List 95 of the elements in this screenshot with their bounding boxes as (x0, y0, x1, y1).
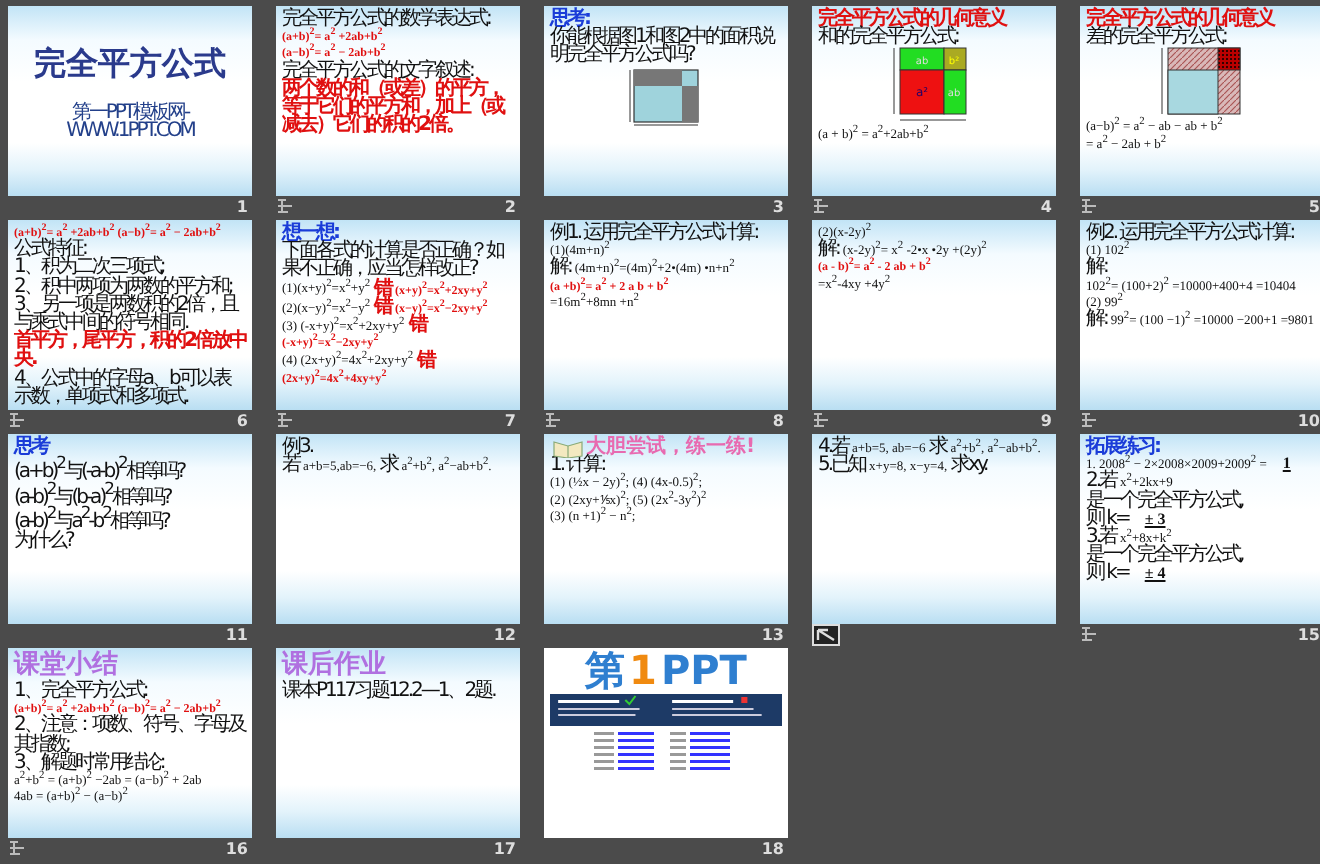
slide-heading: 大胆尝试，练一练! (586, 438, 756, 457)
slide-number: 18 (761, 839, 784, 857)
slide-text: 5.已知 (818, 456, 866, 475)
slide-number: 11 (225, 625, 248, 643)
animation-icon[interactable] (1080, 412, 1098, 428)
animation-icon[interactable] (812, 198, 830, 214)
animation-icon[interactable] (276, 198, 294, 214)
animation-icon[interactable] (8, 412, 26, 428)
slide-text: 差的完全平方公式: (1086, 28, 1226, 47)
slide-text: 1、积为二次三项式; (14, 258, 164, 278)
slide-number: 6 (236, 411, 248, 429)
slide-number: 13 (761, 625, 784, 643)
slide-number: 16 (225, 839, 248, 857)
slide-text: 为什么? (14, 531, 73, 550)
answer-text: 1 (1280, 456, 1293, 472)
slide-thumbnail[interactable]: 课后作业 课本P117习题12.2—1、2题. (276, 648, 520, 838)
slide-text: 4、公式中的字母a、b可以表示数，单项式和多项式. (14, 369, 233, 406)
animation-icon[interactable] (1080, 198, 1098, 214)
animation-icon[interactable] (276, 412, 294, 428)
slide-text: 2、积中两项为两数的平方和; (14, 277, 232, 296)
slide-text: 若 (282, 456, 299, 475)
slide-text: 解: (818, 240, 839, 259)
slide-text: 和的完全平方公式: (818, 28, 958, 47)
highlight-text: 完全平方公式的几何意义 (1086, 10, 1273, 29)
slide-heading: 思考: (550, 10, 589, 29)
slide-number: 17 (493, 839, 516, 857)
slide-title: 课堂小结 (14, 652, 118, 680)
slide-heading: 思考 (14, 438, 48, 457)
slide-text: 是一个完全平方公式, (1086, 491, 1243, 510)
slide-text: 例3. (282, 438, 313, 457)
area-diagram (1158, 46, 1246, 119)
slide-number: 2 (504, 197, 516, 215)
slide-text: 解: (1086, 258, 1107, 278)
slide-heading: 想一想: (282, 224, 338, 243)
highlight-text: 错 (374, 297, 392, 317)
slide-number: 15 (1297, 625, 1320, 643)
slide-text: (a+b)$^{2}$与(-a-b)$^{2}$相等吗? (14, 456, 185, 482)
slide-caption: 第一PPT模板网-WWW.1PPT.COM (64, 103, 197, 141)
slide-number: 5 (1308, 197, 1320, 215)
slide-text: 你能根据图1和图2中的面积说明完全平方公式吗? (550, 28, 777, 66)
slide-thumbnail[interactable]: 思考: 你能根据图1和图2中的面积说明完全平方公式吗? (544, 6, 788, 196)
slide-text: 完全平方公式的文字叙述: (282, 61, 473, 80)
slide-text: 则 k= (1086, 564, 1129, 584)
slide-text: 例1. 运用完全平方公式计算: (550, 224, 758, 243)
slide-thumbnail[interactable] (276, 220, 520, 410)
slide-text: 1、完全平方公式: (14, 681, 147, 701)
answer-text: ± 4 (1142, 566, 1168, 582)
slide-number: 3 (772, 197, 784, 215)
slide-number: 10 (1297, 411, 1320, 429)
slide-text: 求xy. (951, 456, 987, 475)
action-button-icon[interactable] (812, 623, 840, 645)
book-icon (552, 438, 584, 458)
animation-icon[interactable] (812, 412, 830, 428)
slide-number: 1 (236, 197, 248, 215)
logo-text: PPT (660, 652, 747, 689)
slide-thumbnail[interactable]: 思考 (a+b)$^{2}$与(-a-b)$^{2}$相等吗? (a-b)$^{2}$与(b-a)$^{2}$相等吗? (a-b)$^{2}$与a$^{2}$-b$^{2}$相等吗? 为什么? (8, 434, 252, 624)
slide-text: 2.若 (1086, 472, 1117, 492)
animation-icon[interactable] (8, 840, 26, 856)
animation-icon[interactable] (544, 412, 562, 428)
slide-number: 7 (504, 411, 516, 429)
slide-text: 3.若 (1086, 528, 1117, 547)
slide-thumbnail[interactable]: 第 1 PPT (544, 648, 788, 838)
slide-text: 是一个完全平方公式, (1086, 546, 1243, 565)
slide-text: 解: (1086, 310, 1107, 329)
slide-text: 解: (550, 258, 571, 278)
highlight-text: 两个数的和（或差）的平方，等于它们的平方和，加上（或减去）它们的积的2倍。 (282, 79, 506, 136)
slide-text: 公式特征: (14, 240, 86, 259)
highlight-text: 完全平方公式的几何意义 (818, 10, 1005, 29)
slide-title: 课后作业 (282, 652, 386, 680)
logo-text: 1 (629, 652, 657, 689)
slide-text: 3、解题时常用结论: (14, 753, 164, 772)
highlight-text: 错 (374, 279, 392, 298)
slide-text: 下面各式的计算是否正确？如果不正确，应当怎样改正? (282, 242, 506, 280)
slide-title: 完全平方公式 (34, 50, 226, 80)
highlight-text: 错 (408, 316, 426, 335)
highlight-text: 错 (417, 351, 435, 370)
slide-number: 9 (1040, 411, 1052, 429)
slide-number: 4 (1040, 197, 1052, 215)
slide-text: (a-b)$^{2}$与(b-a)$^{2}$相等吗? (14, 481, 171, 507)
highlight-text: 首平方，尾平方，积的2倍放中央. (14, 332, 246, 370)
slide-text: 求 (929, 438, 947, 457)
slide-text: 完全平方公式的数学表达式: (282, 10, 490, 29)
logo-text: 第 (585, 652, 626, 689)
slide-text: 4.若 (818, 438, 849, 457)
slide-text: 课本P117习题12.2—1、2题. (282, 681, 495, 701)
slide-thumbnail[interactable]: 完全平方公式 第一PPT模板网-WWW.1PPT.COM (8, 6, 252, 196)
slide-number: 8 (772, 411, 784, 429)
answer-text: ± 3 (1142, 511, 1166, 527)
slide-heading: 拓展练习: (1086, 438, 1159, 457)
slide-text: 求 (380, 456, 398, 475)
slide-number: 12 (493, 625, 516, 643)
slide-text: (a-b)$^{2}$与a$^{2}$-b$^{2}$相等吗? (14, 506, 169, 532)
slide-text: 例2. 运用完全平方公式计算: (1086, 224, 1294, 243)
slide-text: 2、注意：项数、符号、字母及其指数; (14, 716, 246, 754)
animation-icon[interactable] (1080, 626, 1098, 642)
